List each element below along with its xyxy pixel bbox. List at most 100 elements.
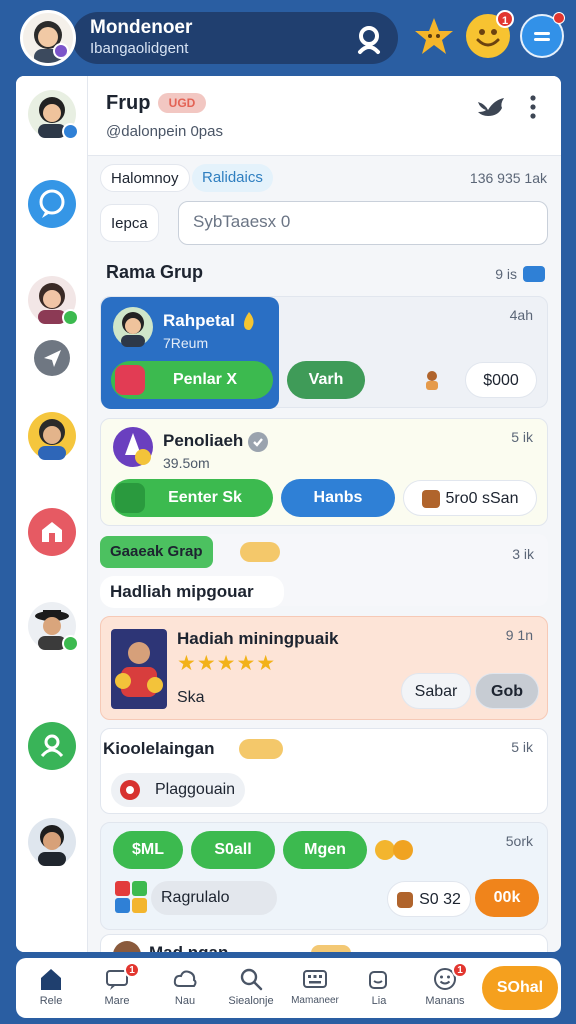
- nav-item-home[interactable]: Rele: [22, 962, 80, 1014]
- rail-contact-4[interactable]: [28, 602, 79, 652]
- person-avatar-icon: [113, 941, 141, 952]
- bottom-navigation: Rele 1 Mare Nau Siealonje Mamaneer Lia 1…: [16, 958, 561, 1018]
- sender-sub: Ska: [177, 689, 205, 706]
- chat-handle: @dalonpein 0pas: [106, 123, 223, 140]
- chat-panel: Frup UGD @dalonpein 0pas Halomnoy Ralida…: [16, 76, 561, 952]
- section-tag-icon: [523, 266, 545, 282]
- message-line: Ragrulalo: [151, 881, 277, 915]
- nav-label: Mare: [104, 995, 130, 1007]
- message-card-2[interactable]: Penoliaeh 39.5om Eenter Sk Hanbs 5ro0 sS…: [100, 418, 548, 526]
- search-icon[interactable]: [352, 22, 386, 56]
- group-line: Hadliah mipgouar: [100, 576, 284, 608]
- rail-profile-button[interactable]: [28, 722, 76, 770]
- star-mascot-icon[interactable]: [414, 16, 454, 56]
- rail-contact-1[interactable]: [28, 90, 79, 140]
- character-icon: [426, 371, 438, 390]
- option-chip-1[interactable]: $ML: [113, 831, 183, 869]
- option-chip-3[interactable]: Mgen: [283, 831, 367, 869]
- app-logo-icon: [113, 427, 153, 467]
- message-time: 4ah: [509, 307, 533, 323]
- conversation: Frup UGD @dalonpein 0pas Halomnoy Ralida…: [88, 76, 561, 952]
- keyboard-icon: [303, 970, 327, 988]
- sender-sub: 39.5om: [163, 455, 210, 471]
- primary-action-button[interactable]: Penlar X: [111, 361, 273, 399]
- nav-label: Nau: [174, 995, 196, 1007]
- sender-sub: 7Reum: [163, 335, 209, 351]
- nav-label: Rele: [39, 995, 63, 1007]
- bird-icon[interactable]: [476, 94, 506, 120]
- section-meta: 9 is: [495, 266, 517, 282]
- amount-pill[interactable]: $000: [465, 362, 537, 398]
- person-avatar-icon: [38, 825, 66, 866]
- header-subtitle: Ibangaolidgent: [90, 40, 189, 57]
- group-block: Gaaeak Grap Hadliah mipgouar 3 ik: [100, 534, 548, 608]
- rail-send-button[interactable]: [34, 340, 70, 376]
- avatar-status-dot: [53, 43, 69, 59]
- message-time: 9 1n: [505, 627, 533, 643]
- sender-name: Mad ngan: [149, 943, 228, 952]
- amount-pill[interactable]: 5ro0 sSan: [403, 480, 537, 516]
- nav-label: Mamaneer: [291, 995, 339, 1006]
- cloud-icon: [173, 970, 197, 987]
- message-card-6[interactable]: Mad ngan: [100, 934, 548, 952]
- emoji-badge: [239, 739, 283, 759]
- nav-item-6[interactable]: Lia: [350, 962, 408, 1014]
- coins-icon: [375, 840, 413, 860]
- chat-header: Frup UGD @dalonpein 0pas: [88, 76, 561, 156]
- chat-tag-badge: UGD: [158, 93, 206, 113]
- nav-cta-button[interactable]: SOhal: [482, 966, 558, 1010]
- rail-home-button[interactable]: [28, 508, 76, 556]
- rail-contact-2[interactable]: [28, 276, 79, 326]
- character-icon: [397, 891, 414, 908]
- filter-chip-2[interactable]: Ralidaics: [192, 164, 273, 192]
- primary-action-button[interactable]: Eenter Sk: [111, 479, 273, 517]
- chat-title: Frup: [106, 92, 151, 114]
- search-input[interactable]: SybTaaesx 0: [178, 201, 548, 245]
- home-icon: [41, 969, 61, 990]
- house-icon: [42, 522, 62, 542]
- notification-badge: 1: [496, 10, 514, 28]
- group-emoji-badge: [240, 542, 280, 562]
- message-time: 5ork: [505, 833, 533, 849]
- person-avatar-icon: [38, 419, 66, 460]
- rail-chat-button[interactable]: [28, 180, 76, 228]
- profile-avatar[interactable]: [20, 10, 76, 66]
- menu-button[interactable]: [520, 12, 565, 58]
- message-card-4[interactable]: Kioolelaingan Plaggouain 5 ik: [100, 728, 548, 814]
- message-card-3[interactable]: Hadiah miningpuaik ★★★★★ Ska Sabar Gob 9…: [100, 616, 548, 720]
- person-avatar-icon: [113, 307, 153, 347]
- more-options-icon[interactable]: [528, 94, 538, 120]
- emoji-badge: [311, 945, 351, 952]
- ghost-button[interactable]: Sabar: [401, 673, 471, 709]
- link-icon: [115, 483, 145, 513]
- chat-bubble-icon: [39, 189, 65, 218]
- rail-contact-3[interactable]: [28, 412, 76, 460]
- group-tag[interactable]: Gaaeak Grap: [100, 536, 213, 568]
- secondary-action-button[interactable]: Hanbs: [281, 479, 395, 517]
- nav-item-2[interactable]: 1 Mare: [88, 962, 146, 1014]
- menu-badge: [553, 12, 565, 24]
- mug-icon: [369, 971, 387, 989]
- nav-badge: 1: [452, 962, 468, 978]
- amount-pill[interactable]: S0 32: [387, 881, 471, 917]
- secondary-action-button[interactable]: Varh: [287, 361, 365, 399]
- sender-name: Rahpetal: [163, 311, 235, 330]
- search-scope-chip[interactable]: Iepca: [100, 204, 159, 242]
- nav-item-7[interactable]: 1 Manans: [416, 962, 474, 1014]
- message-card-5[interactable]: $ML S0all Mgen 5ork Ragrulalo S0 32 00k: [100, 822, 548, 930]
- shield-badge-icon: [120, 780, 140, 800]
- rail-badge: [62, 635, 79, 652]
- ok-button[interactable]: 00k: [475, 879, 539, 917]
- filter-chip-1[interactable]: Halomnoy: [100, 164, 190, 192]
- nav-item-5[interactable]: Mamaneer: [286, 962, 344, 1014]
- nav-item-search[interactable]: Siealonje: [222, 962, 280, 1014]
- sender-name: Kioolelaingan: [103, 739, 215, 758]
- go-button[interactable]: Gob: [475, 673, 539, 709]
- nav-item-3[interactable]: Nau: [156, 962, 214, 1014]
- member-count: 136 935 1ak: [469, 170, 547, 186]
- option-chip-2[interactable]: S0all: [191, 831, 275, 869]
- rail-badge: [62, 309, 79, 326]
- rail-contact-5[interactable]: [28, 818, 76, 866]
- notifications-button[interactable]: 1: [466, 10, 514, 58]
- message-card-1[interactable]: Rahpetal 7Reum Penlar X Varh $000 4ah: [100, 296, 548, 409]
